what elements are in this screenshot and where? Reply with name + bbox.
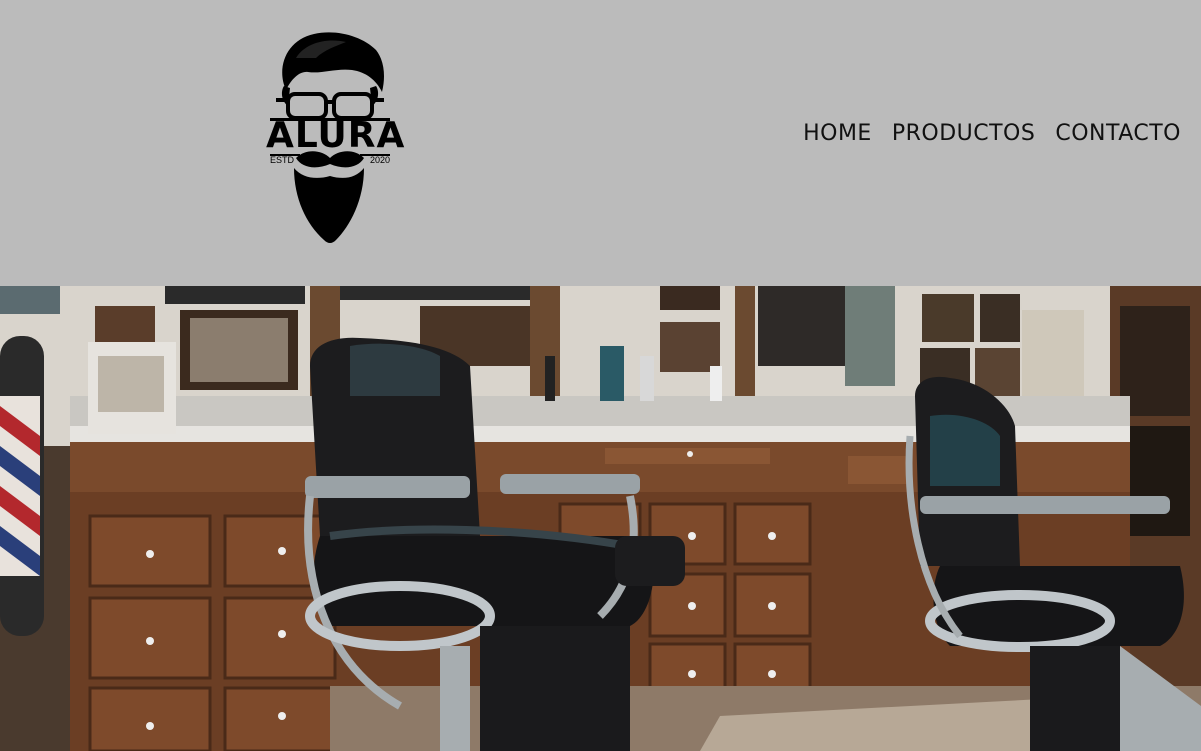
site-header: ALURA ESTD 2020 HOME PRODUCTOS CONTACTO — [0, 0, 1201, 286]
nav-productos-link[interactable]: PRODUCTOS — [892, 121, 1036, 146]
logo-est: ESTD — [270, 155, 295, 165]
barbershop-image — [0, 286, 1201, 751]
nav-home-link[interactable]: HOME — [803, 121, 872, 146]
alura-logo[interactable]: ALURA ESTD 2020 — [266, 28, 406, 248]
hero-banner — [0, 286, 1201, 751]
main-nav: HOME PRODUCTOS CONTACTO — [803, 118, 1181, 148]
nav-contacto-link[interactable]: CONTACTO — [1055, 121, 1181, 146]
logo-year: 2020 — [370, 155, 391, 165]
logo-name: ALURA — [266, 115, 406, 156]
